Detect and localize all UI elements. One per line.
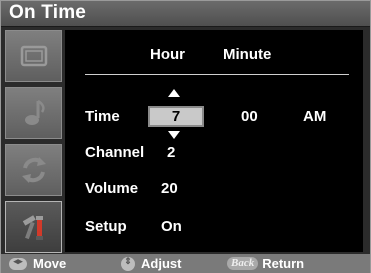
column-header-hour: Hour: [150, 46, 185, 63]
setup-value[interactable]: On: [161, 218, 182, 235]
return-hint: Back Return: [227, 256, 304, 271]
decrease-arrow-icon[interactable]: [168, 131, 180, 139]
volume-value[interactable]: 20: [161, 180, 178, 197]
page-title: On Time: [9, 2, 87, 23]
hour-selector[interactable]: 7: [148, 106, 204, 127]
channel-icon: [21, 157, 46, 183]
up-down-icon: ⇕: [121, 256, 135, 271]
header-divider: [85, 74, 349, 75]
sidebar-item-channel[interactable]: [5, 144, 62, 196]
minute-value[interactable]: 00: [241, 108, 258, 125]
setup-icon: [22, 215, 43, 240]
time-label: Time: [85, 108, 120, 125]
sound-icon: [24, 99, 45, 125]
on-time-panel: Hour Minute Time 7 00 AM Channel 2 Volum…: [65, 30, 363, 252]
move-hint: ◂▸ Move: [9, 256, 66, 271]
help-bar: ◂▸ Move ⇕ Adjust Back Return: [1, 254, 370, 273]
channel-label[interactable]: Channel: [85, 144, 144, 161]
channel-value[interactable]: 2: [167, 144, 175, 161]
hour-value: 7: [171, 108, 181, 125]
adjust-hint-label: Adjust: [141, 256, 182, 271]
sidebar-item-setup[interactable]: [5, 201, 62, 253]
column-header-minute: Minute: [223, 46, 272, 63]
increase-arrow-icon[interactable]: [168, 89, 180, 97]
left-right-icon: ◂▸: [9, 256, 27, 270]
title-bar: On Time: [1, 1, 370, 27]
sidebar-item-sound[interactable]: [5, 87, 62, 139]
adjust-hint: ⇕ Adjust: [121, 256, 181, 271]
volume-label[interactable]: Volume: [85, 180, 138, 197]
am-pm-value[interactable]: AM: [303, 108, 326, 125]
setup-label[interactable]: Setup: [85, 218, 127, 235]
move-hint-label: Move: [33, 256, 67, 271]
osd-screen: On Time Hour Minute Time 7 00 AM Channel…: [0, 0, 371, 273]
back-key-icon: Back: [227, 257, 259, 270]
return-hint-label: Return: [262, 256, 305, 271]
sidebar: [5, 30, 63, 253]
sidebar-item-picture[interactable]: [5, 30, 62, 82]
picture-icon: [20, 45, 47, 67]
